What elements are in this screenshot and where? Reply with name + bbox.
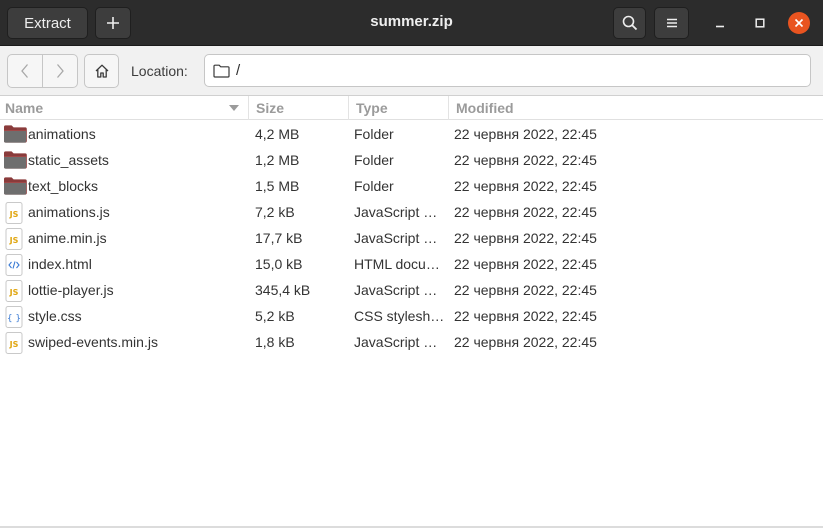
location-label: Location:: [131, 63, 188, 79]
menu-button[interactable]: [654, 7, 689, 39]
file-type: Folder: [354, 152, 394, 168]
file-type: Folder: [354, 126, 394, 142]
svg-text:{ }: { }: [7, 314, 21, 324]
javascript-file-icon: JS: [3, 228, 25, 250]
file-size: 1,5 MB: [255, 178, 300, 194]
file-type: JavaScript …: [354, 282, 438, 298]
hamburger-menu-icon: [666, 18, 677, 28]
column-header-type-label: Type: [356, 100, 388, 116]
home-button[interactable]: [84, 54, 119, 88]
home-icon: [95, 64, 108, 78]
file-modified: 22 червня 2022, 22:45: [454, 334, 597, 350]
javascript-file-icon: JS: [3, 332, 25, 354]
table-row[interactable]: static_assets 1,2 MB Folder 22 червня 20…: [0, 147, 823, 173]
forward-button[interactable]: [43, 55, 77, 87]
svg-text:JS: JS: [9, 340, 19, 349]
file-size: 1,8 kB: [255, 334, 295, 350]
column-header-size-label: Size: [256, 100, 285, 116]
table-row[interactable]: JS anime.min.js 17,7 kB JavaScript … 22 …: [0, 225, 823, 251]
table-row[interactable]: JS animations.js 7,2 kB JavaScript … 22 …: [0, 199, 823, 225]
column-header-row: Name Size Type Modified: [0, 96, 823, 120]
location-bar: Location: /: [0, 46, 823, 96]
column-header-type[interactable]: Type: [351, 96, 449, 120]
file-size: 17,7 kB: [255, 230, 303, 246]
file-name: swiped-events.min.js: [28, 334, 158, 350]
minimize-icon: [716, 25, 724, 28]
javascript-file-icon: JS: [3, 280, 25, 302]
minimize-button[interactable]: [709, 12, 731, 34]
header-bar: Extract summer.zip: [0, 0, 823, 46]
file-size: 345,4 kB: [255, 282, 311, 298]
close-button[interactable]: [788, 12, 810, 34]
file-name: animations.js: [28, 204, 110, 220]
file-modified: 22 червня 2022, 22:45: [454, 230, 597, 246]
file-name: anime.min.js: [28, 230, 107, 246]
location-path-field[interactable]: /: [204, 54, 811, 87]
plus-icon: [107, 17, 119, 29]
svg-text:JS: JS: [9, 210, 19, 219]
table-row[interactable]: JS lottie-player.js 345,4 kB JavaScript …: [0, 277, 823, 303]
file-type: Folder: [354, 178, 394, 194]
svg-text:JS: JS: [9, 288, 19, 297]
file-list: animations 4,2 MB Folder 22 червня 2022,…: [0, 121, 823, 355]
file-size: 1,2 MB: [255, 152, 300, 168]
file-name: style.css: [28, 308, 82, 324]
column-header-name[interactable]: Name: [0, 96, 249, 120]
maximize-icon: [755, 18, 765, 28]
column-header-modified-label: Modified: [456, 100, 514, 116]
sort-descending-icon: [229, 105, 239, 111]
folder-outline-icon: [213, 64, 230, 78]
table-row[interactable]: text_blocks 1,5 MB Folder 22 червня 2022…: [0, 173, 823, 199]
file-modified: 22 червня 2022, 22:45: [454, 308, 597, 324]
file-name: index.html: [28, 256, 92, 272]
table-row[interactable]: { } style.css 5,2 kB CSS stylesh… 22 чер…: [0, 303, 823, 329]
file-modified: 22 червня 2022, 22:45: [454, 178, 597, 194]
search-button[interactable]: [613, 7, 646, 39]
file-size: 4,2 MB: [255, 126, 300, 142]
file-name: animations: [28, 126, 96, 142]
close-icon: [794, 18, 804, 28]
file-type: JavaScript …: [354, 230, 438, 246]
extract-button[interactable]: Extract: [7, 7, 88, 39]
file-name: text_blocks: [28, 178, 99, 194]
table-row[interactable]: index.html 15,0 kB HTML docu… 22 червня …: [0, 251, 823, 277]
column-header-size[interactable]: Size: [251, 96, 349, 120]
maximize-button[interactable]: [749, 12, 771, 34]
html-file-icon: [3, 254, 25, 276]
location-path: /: [236, 62, 241, 79]
folder-icon: [3, 150, 27, 170]
file-name: static_assets: [28, 152, 109, 168]
file-type: CSS stylesh…: [354, 308, 445, 324]
table-row[interactable]: JS swiped-events.min.js 1,8 kB JavaScrip…: [0, 329, 823, 355]
table-row[interactable]: animations 4,2 MB Folder 22 червня 2022,…: [0, 121, 823, 147]
file-type: JavaScript …: [354, 334, 438, 350]
back-button[interactable]: [8, 55, 43, 87]
file-modified: 22 червня 2022, 22:45: [454, 126, 597, 142]
file-type: HTML docu…: [354, 256, 440, 272]
javascript-file-icon: JS: [3, 202, 25, 224]
file-modified: 22 червня 2022, 22:45: [454, 204, 597, 220]
navigation-button-group: [7, 54, 78, 88]
file-type: JavaScript …: [354, 204, 438, 220]
add-files-button[interactable]: [95, 7, 131, 39]
file-name: lottie-player.js: [28, 282, 114, 298]
column-header-modified[interactable]: Modified: [451, 96, 823, 120]
column-header-name-label: Name: [5, 100, 44, 116]
file-size: 15,0 kB: [255, 256, 303, 272]
file-size: 7,2 kB: [255, 204, 295, 220]
folder-icon: [3, 124, 27, 144]
css-file-icon: { }: [3, 306, 25, 328]
folder-icon: [3, 176, 27, 196]
file-modified: 22 червня 2022, 22:45: [454, 256, 597, 272]
search-icon: [622, 15, 637, 31]
chevron-left-icon: [21, 64, 28, 78]
chevron-right-icon: [57, 64, 64, 78]
file-size: 5,2 kB: [255, 308, 295, 324]
file-modified: 22 червня 2022, 22:45: [454, 152, 597, 168]
svg-text:JS: JS: [9, 236, 19, 245]
file-modified: 22 червня 2022, 22:45: [454, 282, 597, 298]
